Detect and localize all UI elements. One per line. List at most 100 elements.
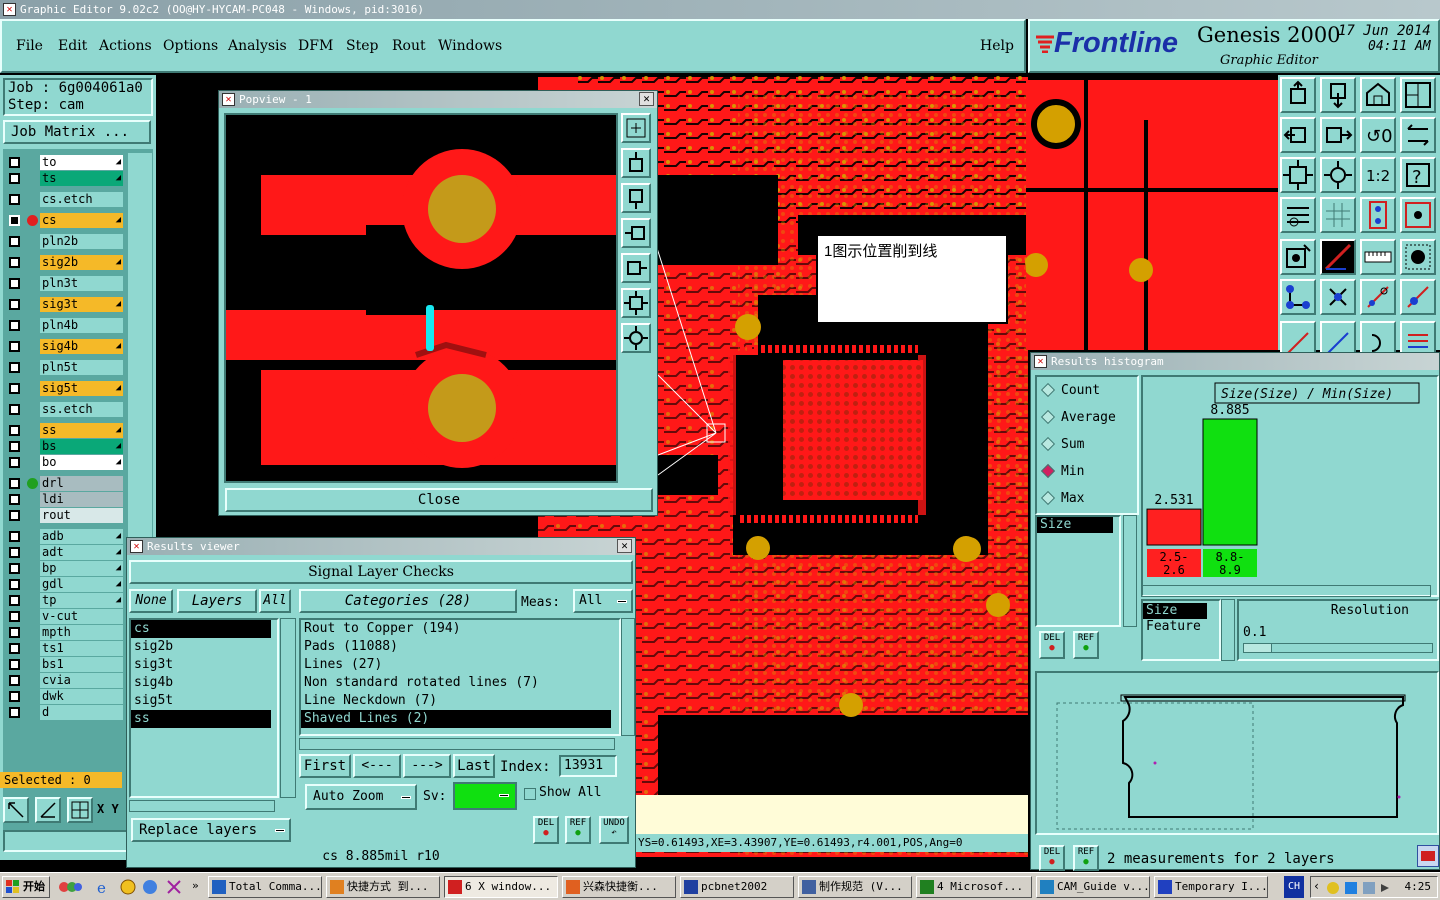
layer-checkbox[interactable] bbox=[9, 383, 20, 394]
layer-row-ts1[interactable]: ts1 bbox=[5, 641, 123, 656]
next-button[interactable]: ---> bbox=[403, 754, 451, 778]
menu-step[interactable]: Step bbox=[346, 38, 378, 54]
layer-name[interactable]: ss.etch bbox=[40, 402, 123, 417]
clock-app-icon[interactable] bbox=[120, 879, 136, 895]
start-button[interactable]: 开始 bbox=[2, 876, 50, 898]
taskbar-item[interactable]: 快捷方式 到... bbox=[326, 876, 440, 898]
layer-row-adb[interactable]: adb ◢ bbox=[5, 529, 123, 544]
layer-checkbox[interactable] bbox=[9, 707, 20, 718]
layer-name[interactable]: pln5t bbox=[40, 360, 123, 375]
toolbar-button-10[interactable] bbox=[1320, 157, 1356, 193]
layer-checkbox[interactable] bbox=[9, 157, 20, 168]
toolbar-button-9[interactable] bbox=[1280, 157, 1316, 193]
popview-tool-1[interactable] bbox=[621, 113, 651, 143]
toolbar-button-13[interactable] bbox=[1280, 197, 1316, 233]
layer-name[interactable]: ss bbox=[40, 423, 123, 438]
toolbar-button-1[interactable] bbox=[1280, 77, 1316, 113]
layer-name[interactable]: sig2b bbox=[40, 255, 123, 270]
layers-none-button[interactable]: None bbox=[129, 589, 173, 613]
preview-ref-button[interactable]: REF ● bbox=[1073, 845, 1099, 871]
layer-checkbox[interactable] bbox=[9, 691, 20, 702]
grid-tool-button[interactable] bbox=[67, 797, 93, 823]
taskbar-item[interactable]: CAM_Guide v... bbox=[1036, 876, 1150, 898]
sv-color-dropdown[interactable] bbox=[453, 782, 517, 810]
taskbar-item[interactable]: Temporary I... bbox=[1154, 876, 1268, 898]
layer-row-ts[interactable]: ts ◢ bbox=[5, 171, 123, 186]
category-item[interactable]: Non standard rotated lines (7) bbox=[301, 674, 611, 692]
ref-button[interactable]: REF ● bbox=[565, 816, 591, 844]
layer-name[interactable]: rout bbox=[40, 508, 123, 523]
layer-name[interactable]: pln2b bbox=[40, 234, 123, 249]
toolbar-button-18[interactable] bbox=[1320, 239, 1356, 275]
popview-close-icon[interactable]: ✕ bbox=[639, 92, 654, 106]
prev-button[interactable]: <--- bbox=[353, 754, 401, 778]
histogram-title-bar[interactable]: ✕ Results histogram bbox=[1031, 353, 1439, 370]
toolbar-button-14[interactable] bbox=[1320, 197, 1356, 233]
taskbar-item[interactable]: 6 X window... bbox=[444, 876, 558, 898]
layer-checkbox[interactable] bbox=[9, 194, 20, 205]
field-scrollbar[interactable] bbox=[1123, 515, 1137, 627]
popview-tool-4[interactable] bbox=[621, 218, 651, 248]
layer-row-d[interactable]: d bbox=[5, 705, 123, 720]
layer-checkbox[interactable] bbox=[9, 510, 20, 521]
toolbar-button-7[interactable]: ↺0 bbox=[1360, 117, 1396, 153]
layer-row-ldi[interactable]: ldi bbox=[5, 492, 123, 507]
layer-checkbox[interactable] bbox=[9, 441, 20, 452]
layer-checkbox[interactable] bbox=[9, 404, 20, 415]
category-item[interactable]: Shaved Lines (2) bbox=[301, 710, 611, 728]
toolbar-button-2[interactable] bbox=[1320, 77, 1356, 113]
toolbar-button-3[interactable] bbox=[1360, 77, 1396, 113]
menu-dfm[interactable]: DFM bbox=[298, 38, 333, 54]
taskbar-item[interactable]: 兴森快捷衡... bbox=[562, 876, 676, 898]
menu-file[interactable]: File bbox=[16, 38, 43, 54]
taskbar-item[interactable]: 制作规范 (V... bbox=[798, 876, 912, 898]
job-matrix-button[interactable]: Job Matrix ... bbox=[3, 120, 151, 144]
layer-name[interactable]: ldi bbox=[40, 492, 123, 507]
layers-all-button[interactable]: All bbox=[259, 589, 291, 613]
layer-row-drl[interactable]: drl bbox=[5, 476, 123, 491]
layer-checkbox[interactable] bbox=[9, 659, 20, 670]
layer-checkbox[interactable] bbox=[9, 457, 20, 468]
layer-row-cs.etch[interactable]: cs.etch bbox=[5, 192, 123, 207]
minimize-icon[interactable] bbox=[1417, 845, 1439, 867]
popview-close-button[interactable]: Close bbox=[225, 488, 653, 512]
layer-name[interactable]: bo bbox=[40, 455, 123, 470]
toolbar-button-23[interactable] bbox=[1360, 279, 1396, 315]
menu-edit[interactable]: Edit bbox=[58, 38, 87, 54]
layer-row-tp[interactable]: tp ◢ bbox=[5, 593, 123, 608]
layer-name[interactable]: tp bbox=[40, 593, 123, 608]
layer-checkbox[interactable] bbox=[9, 547, 20, 558]
menu-rout[interactable]: Rout bbox=[392, 38, 426, 54]
category-item[interactable]: Line Neckdown (7) bbox=[301, 692, 611, 710]
popview-tool-3[interactable] bbox=[621, 183, 651, 213]
measure-tool-button[interactable] bbox=[35, 797, 61, 823]
layer-row-cs[interactable]: cs ◢ bbox=[5, 213, 123, 228]
stat-option-sum[interactable]: Sum bbox=[1037, 431, 1137, 458]
first-button[interactable]: First bbox=[299, 754, 351, 778]
layer-row-dwk[interactable]: dwk bbox=[5, 689, 123, 704]
layer-name[interactable]: to bbox=[40, 155, 123, 170]
stat-option-count[interactable]: Count bbox=[1037, 377, 1137, 404]
toolbar-button-16[interactable] bbox=[1400, 197, 1436, 233]
categories-button[interactable]: Categories (28) bbox=[299, 589, 517, 613]
layer-checkbox[interactable] bbox=[9, 299, 20, 310]
toolbar-button-6[interactable] bbox=[1320, 117, 1356, 153]
layer-name[interactable]: ts1 bbox=[40, 641, 123, 656]
toolbar-button-4[interactable] bbox=[1400, 77, 1436, 113]
toolbar-button-15[interactable] bbox=[1360, 197, 1396, 233]
menu-analysis[interactable]: Analysis bbox=[228, 38, 287, 54]
layer-name[interactable]: bs1 bbox=[40, 657, 123, 672]
layer-results-hscroll[interactable] bbox=[129, 800, 275, 812]
toolbar-button-17[interactable] bbox=[1280, 239, 1316, 275]
popview-tool-6[interactable] bbox=[621, 288, 651, 318]
layer-row-pln5t[interactable]: pln5t bbox=[5, 360, 123, 375]
layer-name[interactable]: ts bbox=[40, 171, 123, 186]
layer-row-sig3t[interactable]: sig3t ◢ bbox=[5, 297, 123, 312]
auto-zoom-dropdown[interactable]: Auto Zoom bbox=[305, 784, 417, 810]
stat-option-max[interactable]: Max bbox=[1037, 485, 1137, 512]
layer-row-pln4b[interactable]: pln4b bbox=[5, 318, 123, 333]
input-language[interactable]: CH bbox=[1284, 876, 1304, 898]
axis-item-size[interactable]: Size bbox=[1143, 603, 1207, 619]
layer-name[interactable]: cs.etch bbox=[40, 192, 123, 207]
layer-row-adt[interactable]: adt ◢ bbox=[5, 545, 123, 560]
